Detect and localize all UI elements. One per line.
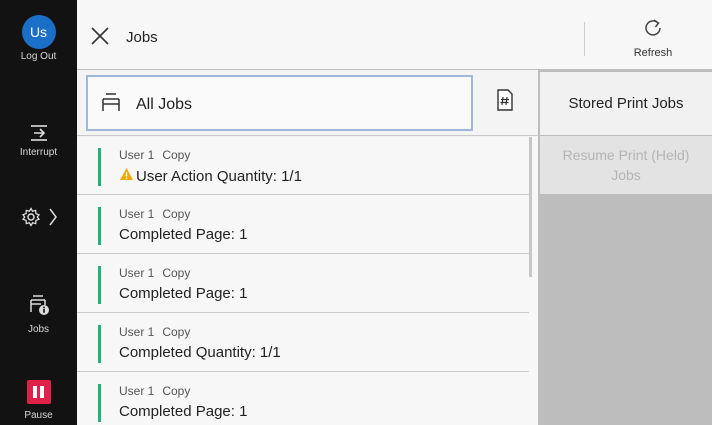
side-rail: Us Log Out Interrupt Jobs Pause [0,0,77,425]
job-status: Completed Page: 1 [119,285,248,302]
job-status: Completed Page: 1 [119,403,248,420]
interrupt-label: Interrupt [19,147,58,158]
pause-icon [26,380,51,404]
job-row[interactable]: User 1 Copy Completed Page: 1 [77,196,529,254]
job-list: User 1 Copy User Action Quantity: 1/1 Use… [77,137,538,425]
job-status-bar [98,207,101,245]
close-icon[interactable] [89,25,111,47]
gear-icon [21,207,41,227]
job-status-bar [98,148,101,186]
job-status: Completed Page: 1 [119,226,248,243]
jobs-button[interactable]: Jobs [0,294,77,335]
jobs-label: Jobs [27,324,50,335]
settings-button[interactable] [0,207,77,227]
job-status-bar [98,325,101,363]
jobs-info-icon [28,294,50,316]
chevron-right-icon [48,207,57,227]
job-status-bar [98,384,101,422]
page-title: Jobs [126,29,158,46]
list-scrollbar[interactable] [529,137,532,277]
user-avatar: Us [21,15,56,49]
all-jobs-label: All Jobs [136,96,193,113]
warning-icon [119,167,134,185]
pause-label: Pause [24,410,53,421]
job-status: Completed Quantity: 1/1 [119,344,281,361]
interrupt-button[interactable]: Interrupt [0,123,77,158]
refresh-label: Refresh [633,47,673,59]
job-row[interactable]: User 1 Copy User Action Quantity: 1/1 [77,137,529,195]
header-divider [584,22,585,56]
logout-button[interactable]: Us Log Out [0,15,77,62]
job-row[interactable]: User 1 Copy Completed Page: 1 [77,255,529,313]
job-row[interactable]: User 1 Copy Completed Quantity: 1/1 [77,314,529,372]
job-meta: User 1 Copy [119,384,191,398]
interrupt-icon [28,123,50,143]
printer-stack-icon [100,91,122,118]
job-meta: User 1 Copy [119,148,191,162]
job-status-bar [98,266,101,304]
job-row[interactable]: User 1 Copy Completed Page: 1 [77,373,529,425]
right-panel: Stored Print Jobs Resume Print (Held) Jo… [538,70,712,425]
refresh-icon [643,18,663,43]
all-jobs-filter[interactable]: All Jobs [86,75,473,131]
filter-row: All Jobs [77,70,538,136]
job-meta: User 1 Copy [119,325,191,339]
header-bar: Jobs Refresh [77,0,712,70]
job-meta: User 1 Copy [119,266,191,280]
refresh-button[interactable]: Refresh [617,18,689,59]
stored-print-jobs-button[interactable]: Stored Print Jobs [540,72,712,135]
logout-label: Log Out [20,51,57,62]
resume-held-jobs-button[interactable]: Resume Print (Held) Jobs [540,136,712,194]
document-number-icon[interactable] [495,88,515,117]
job-status: User Action Quantity: 1/1 [119,167,302,185]
job-meta: User 1 Copy [119,207,191,221]
pause-button[interactable]: Pause [0,380,77,421]
